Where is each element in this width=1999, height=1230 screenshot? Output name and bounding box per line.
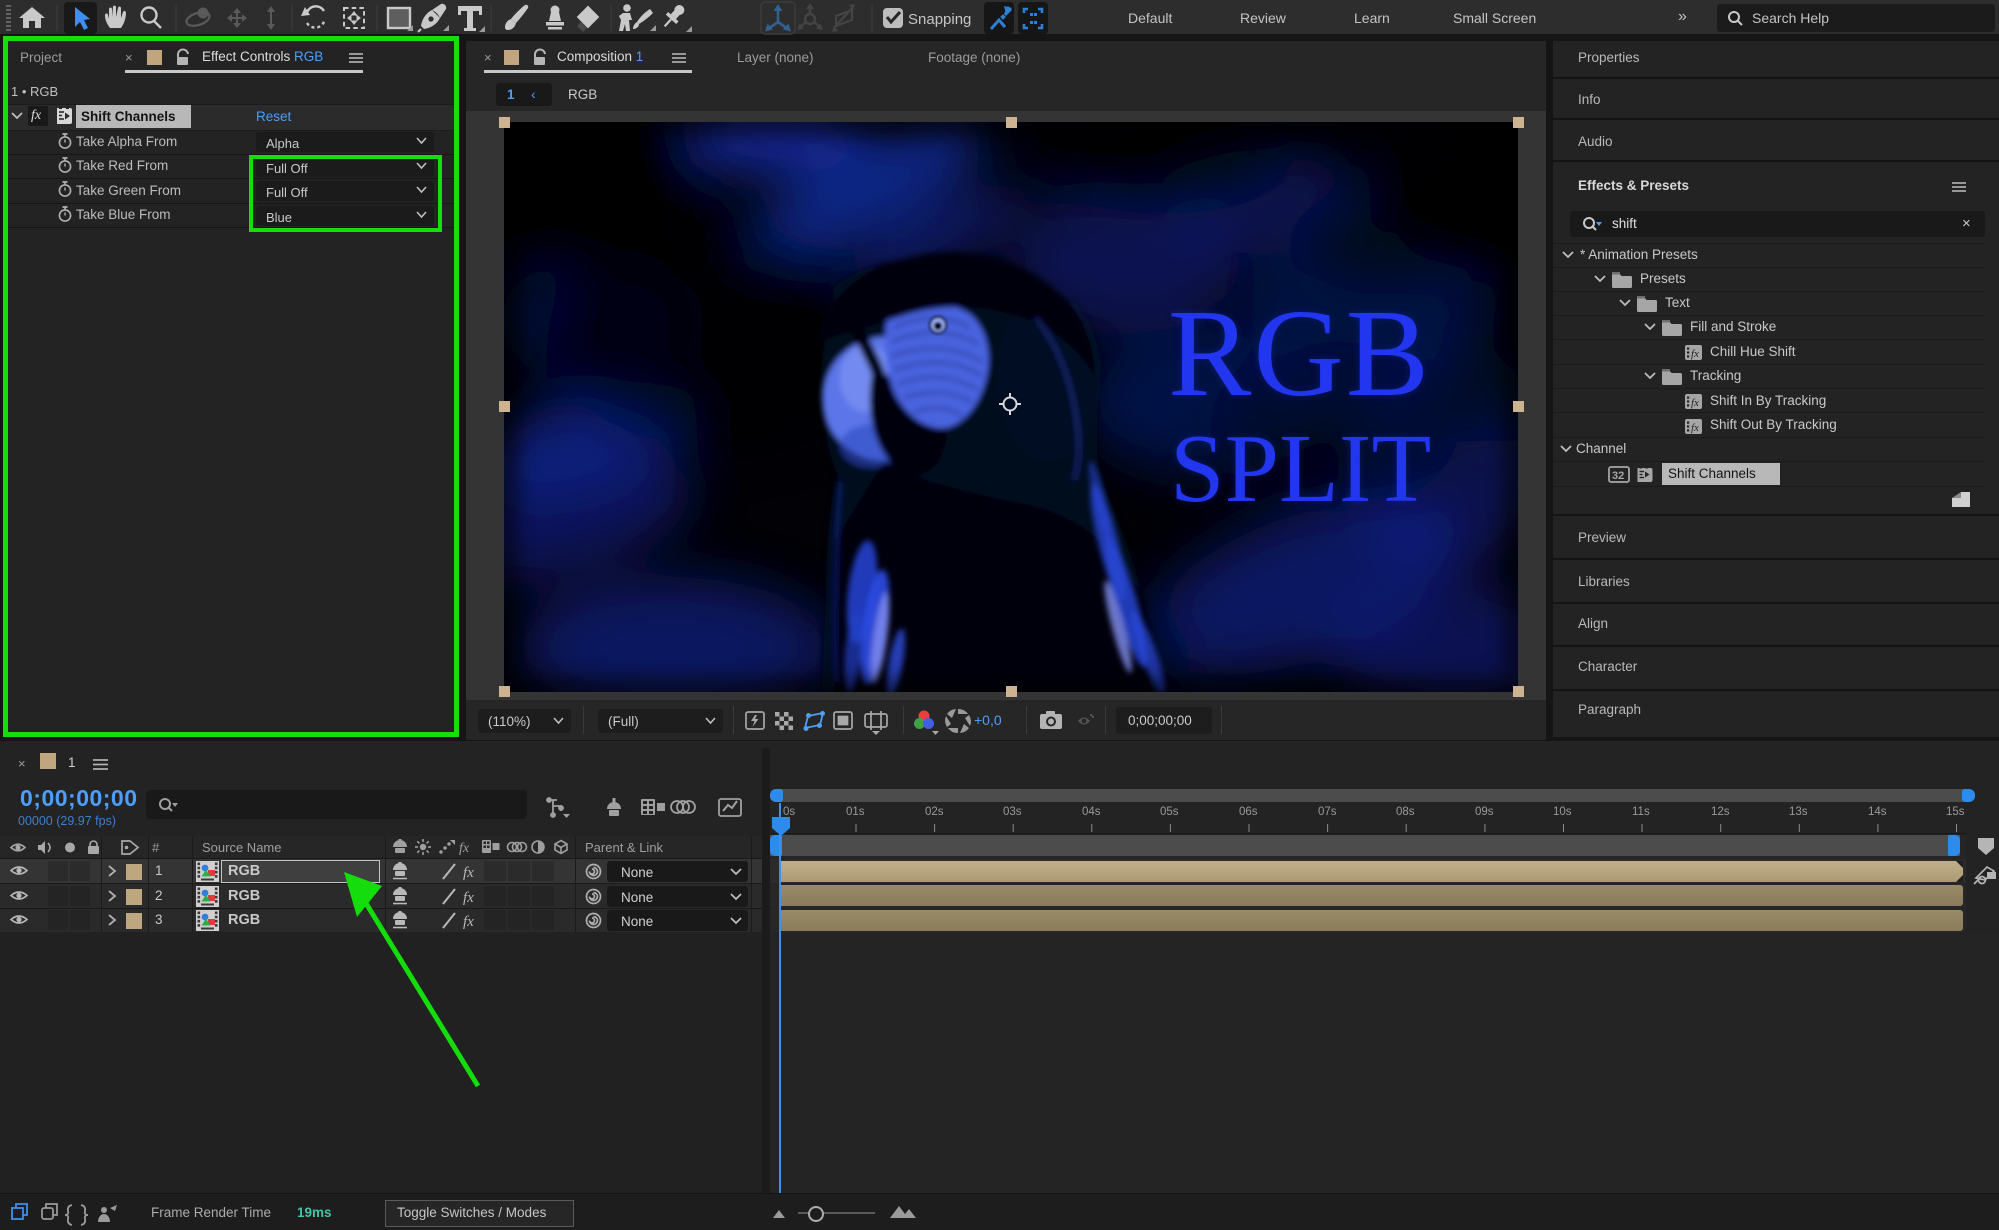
svg-text:fx: fx: [1691, 348, 1699, 360]
svg-text:fx: fx: [1691, 397, 1699, 409]
svg-text:SPLIT: SPLIT: [1170, 415, 1431, 523]
svg-text:Snapping: Snapping: [908, 11, 971, 28]
svg-text:fx: fx: [459, 841, 470, 856]
svg-text:32: 32: [1612, 470, 1624, 482]
svg-text:fx: fx: [1691, 422, 1699, 434]
svg-text:RGB: RGB: [1168, 285, 1431, 423]
